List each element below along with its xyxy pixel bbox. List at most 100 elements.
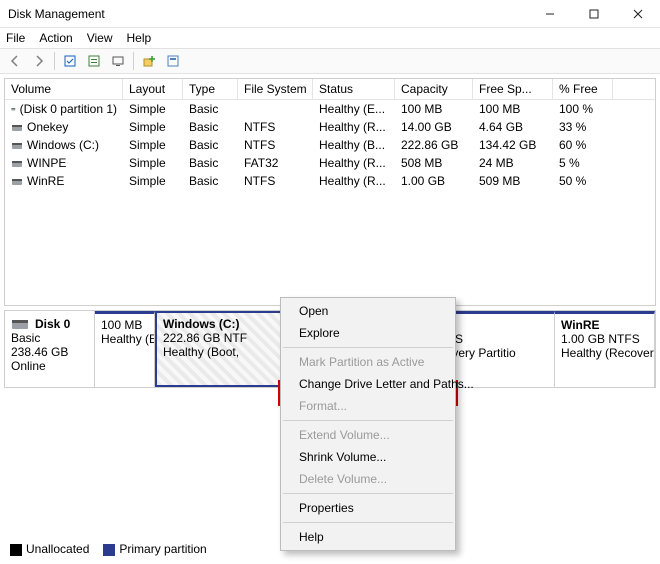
separator bbox=[283, 493, 453, 494]
vol-name: Onekey bbox=[27, 120, 68, 134]
legend-primary: Primary partition bbox=[119, 542, 206, 556]
drive-icon bbox=[11, 121, 23, 133]
partition-status: Healthy (Recovery bbox=[561, 346, 648, 360]
computer-icon[interactable] bbox=[107, 51, 129, 71]
refresh-icon[interactable] bbox=[59, 51, 81, 71]
ctx-help[interactable]: Help bbox=[281, 526, 455, 548]
disk-type: Basic bbox=[11, 331, 88, 345]
vol-pct: 100 % bbox=[553, 100, 613, 118]
vol-fs: NTFS bbox=[238, 118, 313, 136]
properties-icon[interactable] bbox=[162, 51, 184, 71]
context-menu: Open Explore Mark Partition as Active Ch… bbox=[280, 297, 456, 551]
vol-layout: Simple bbox=[123, 136, 183, 154]
separator bbox=[283, 522, 453, 523]
vol-name: WINPE bbox=[27, 156, 66, 170]
vol-layout: Simple bbox=[123, 118, 183, 136]
vol-layout: Simple bbox=[123, 154, 183, 172]
vol-status: Healthy (R... bbox=[313, 172, 395, 190]
col-pctfree[interactable]: % Free bbox=[553, 79, 613, 99]
column-headers: Volume Layout Type File System Status Ca… bbox=[5, 79, 655, 100]
vol-pct: 60 % bbox=[553, 136, 613, 154]
col-free[interactable]: Free Sp... bbox=[473, 79, 553, 99]
vol-status: Healthy (R... bbox=[313, 154, 395, 172]
vol-type: Basic bbox=[183, 100, 238, 118]
vol-free: 509 MB bbox=[473, 172, 553, 190]
col-filesystem[interactable]: File System bbox=[238, 79, 313, 99]
vol-fs: FAT32 bbox=[238, 154, 313, 172]
disk-info[interactable]: Disk 0 Basic 238.46 GB Online bbox=[5, 311, 95, 387]
maximize-button[interactable] bbox=[572, 0, 616, 28]
ctx-explore[interactable]: Explore bbox=[281, 322, 455, 344]
vol-capacity: 222.86 GB bbox=[395, 136, 473, 154]
partition-size: 1.00 GB NTFS bbox=[561, 332, 648, 346]
forward-icon[interactable] bbox=[28, 51, 50, 71]
ctx-delete: Delete Volume... bbox=[281, 468, 455, 490]
drive-icon bbox=[11, 157, 23, 169]
vol-pct: 50 % bbox=[553, 172, 613, 190]
partition-status: Healthy (EF bbox=[101, 332, 148, 346]
table-row[interactable]: (Disk 0 partition 1) SimpleBasic Healthy (… bbox=[5, 100, 655, 118]
partition-block[interactable]: WinRE1.00 GB NTFSHealthy (Recovery bbox=[555, 311, 655, 387]
menu-help[interactable]: Help bbox=[127, 31, 152, 45]
toolbar bbox=[0, 48, 660, 74]
vol-capacity: 100 MB bbox=[395, 100, 473, 118]
vol-type: Basic bbox=[183, 172, 238, 190]
ctx-mark-active: Mark Partition as Active bbox=[281, 351, 455, 373]
table-row[interactable]: WinRESimpleBasicNTFSHealthy (R...1.00 GB… bbox=[5, 172, 655, 190]
vol-type: Basic bbox=[183, 154, 238, 172]
minimize-button[interactable] bbox=[528, 0, 572, 28]
vol-pct: 33 % bbox=[553, 118, 613, 136]
vol-fs bbox=[238, 100, 313, 118]
col-type[interactable]: Type bbox=[183, 79, 238, 99]
disk-size: 238.46 GB bbox=[11, 345, 88, 359]
partition-block[interactable]: 100 MBHealthy (EF bbox=[95, 311, 155, 387]
vol-status: Healthy (B... bbox=[313, 136, 395, 154]
col-layout[interactable]: Layout bbox=[123, 79, 183, 99]
ctx-open[interactable]: Open bbox=[281, 300, 455, 322]
ctx-change-drive-letter[interactable]: Change Drive Letter and Paths... bbox=[281, 373, 455, 395]
vol-type: Basic bbox=[183, 118, 238, 136]
menu-action[interactable]: Action bbox=[39, 31, 72, 45]
drive-icon bbox=[11, 103, 16, 115]
vol-free: 4.64 GB bbox=[473, 118, 553, 136]
action-icon[interactable] bbox=[138, 51, 160, 71]
disk-label: Disk 0 bbox=[35, 317, 70, 331]
separator bbox=[133, 52, 134, 70]
vol-name: Windows (C:) bbox=[27, 138, 99, 152]
titlebar: Disk Management bbox=[0, 0, 660, 28]
col-volume[interactable]: Volume bbox=[5, 79, 123, 99]
disk-icon bbox=[11, 317, 29, 331]
vol-status: Healthy (E... bbox=[313, 100, 395, 118]
vol-pct: 5 % bbox=[553, 154, 613, 172]
separator bbox=[283, 347, 453, 348]
table-row[interactable]: OnekeySimpleBasicNTFSHealthy (R...14.00 … bbox=[5, 118, 655, 136]
disk-status: Online bbox=[11, 359, 88, 373]
legend-unallocated: Unallocated bbox=[26, 542, 89, 556]
menu-file[interactable]: File bbox=[6, 31, 25, 45]
vol-fs: NTFS bbox=[238, 136, 313, 154]
close-button[interactable] bbox=[616, 0, 660, 28]
legend-swatch-primary bbox=[103, 544, 115, 556]
col-capacity[interactable]: Capacity bbox=[395, 79, 473, 99]
col-status[interactable]: Status bbox=[313, 79, 395, 99]
settings-icon[interactable] bbox=[83, 51, 105, 71]
ctx-shrink[interactable]: Shrink Volume... bbox=[281, 446, 455, 468]
ctx-properties[interactable]: Properties bbox=[281, 497, 455, 519]
vol-capacity: 1.00 GB bbox=[395, 172, 473, 190]
back-icon[interactable] bbox=[4, 51, 26, 71]
table-row[interactable]: WINPESimpleBasicFAT32Healthy (R...508 MB… bbox=[5, 154, 655, 172]
partition-name: WinRE bbox=[561, 318, 648, 332]
vol-free: 100 MB bbox=[473, 100, 553, 118]
menu-view[interactable]: View bbox=[87, 31, 113, 45]
vol-status: Healthy (R... bbox=[313, 118, 395, 136]
vol-free: 134.42 GB bbox=[473, 136, 553, 154]
menubar: File Action View Help bbox=[0, 28, 660, 48]
table-row[interactable]: Windows (C:)SimpleBasicNTFSHealthy (B...… bbox=[5, 136, 655, 154]
drive-icon bbox=[11, 175, 23, 187]
window-title: Disk Management bbox=[8, 7, 528, 21]
volume-list: Volume Layout Type File System Status Ca… bbox=[4, 78, 656, 306]
ctx-format: Format... bbox=[281, 395, 455, 417]
vol-name: WinRE bbox=[27, 174, 64, 188]
vol-name: (Disk 0 partition 1) bbox=[20, 102, 117, 116]
vol-layout: Simple bbox=[123, 100, 183, 118]
